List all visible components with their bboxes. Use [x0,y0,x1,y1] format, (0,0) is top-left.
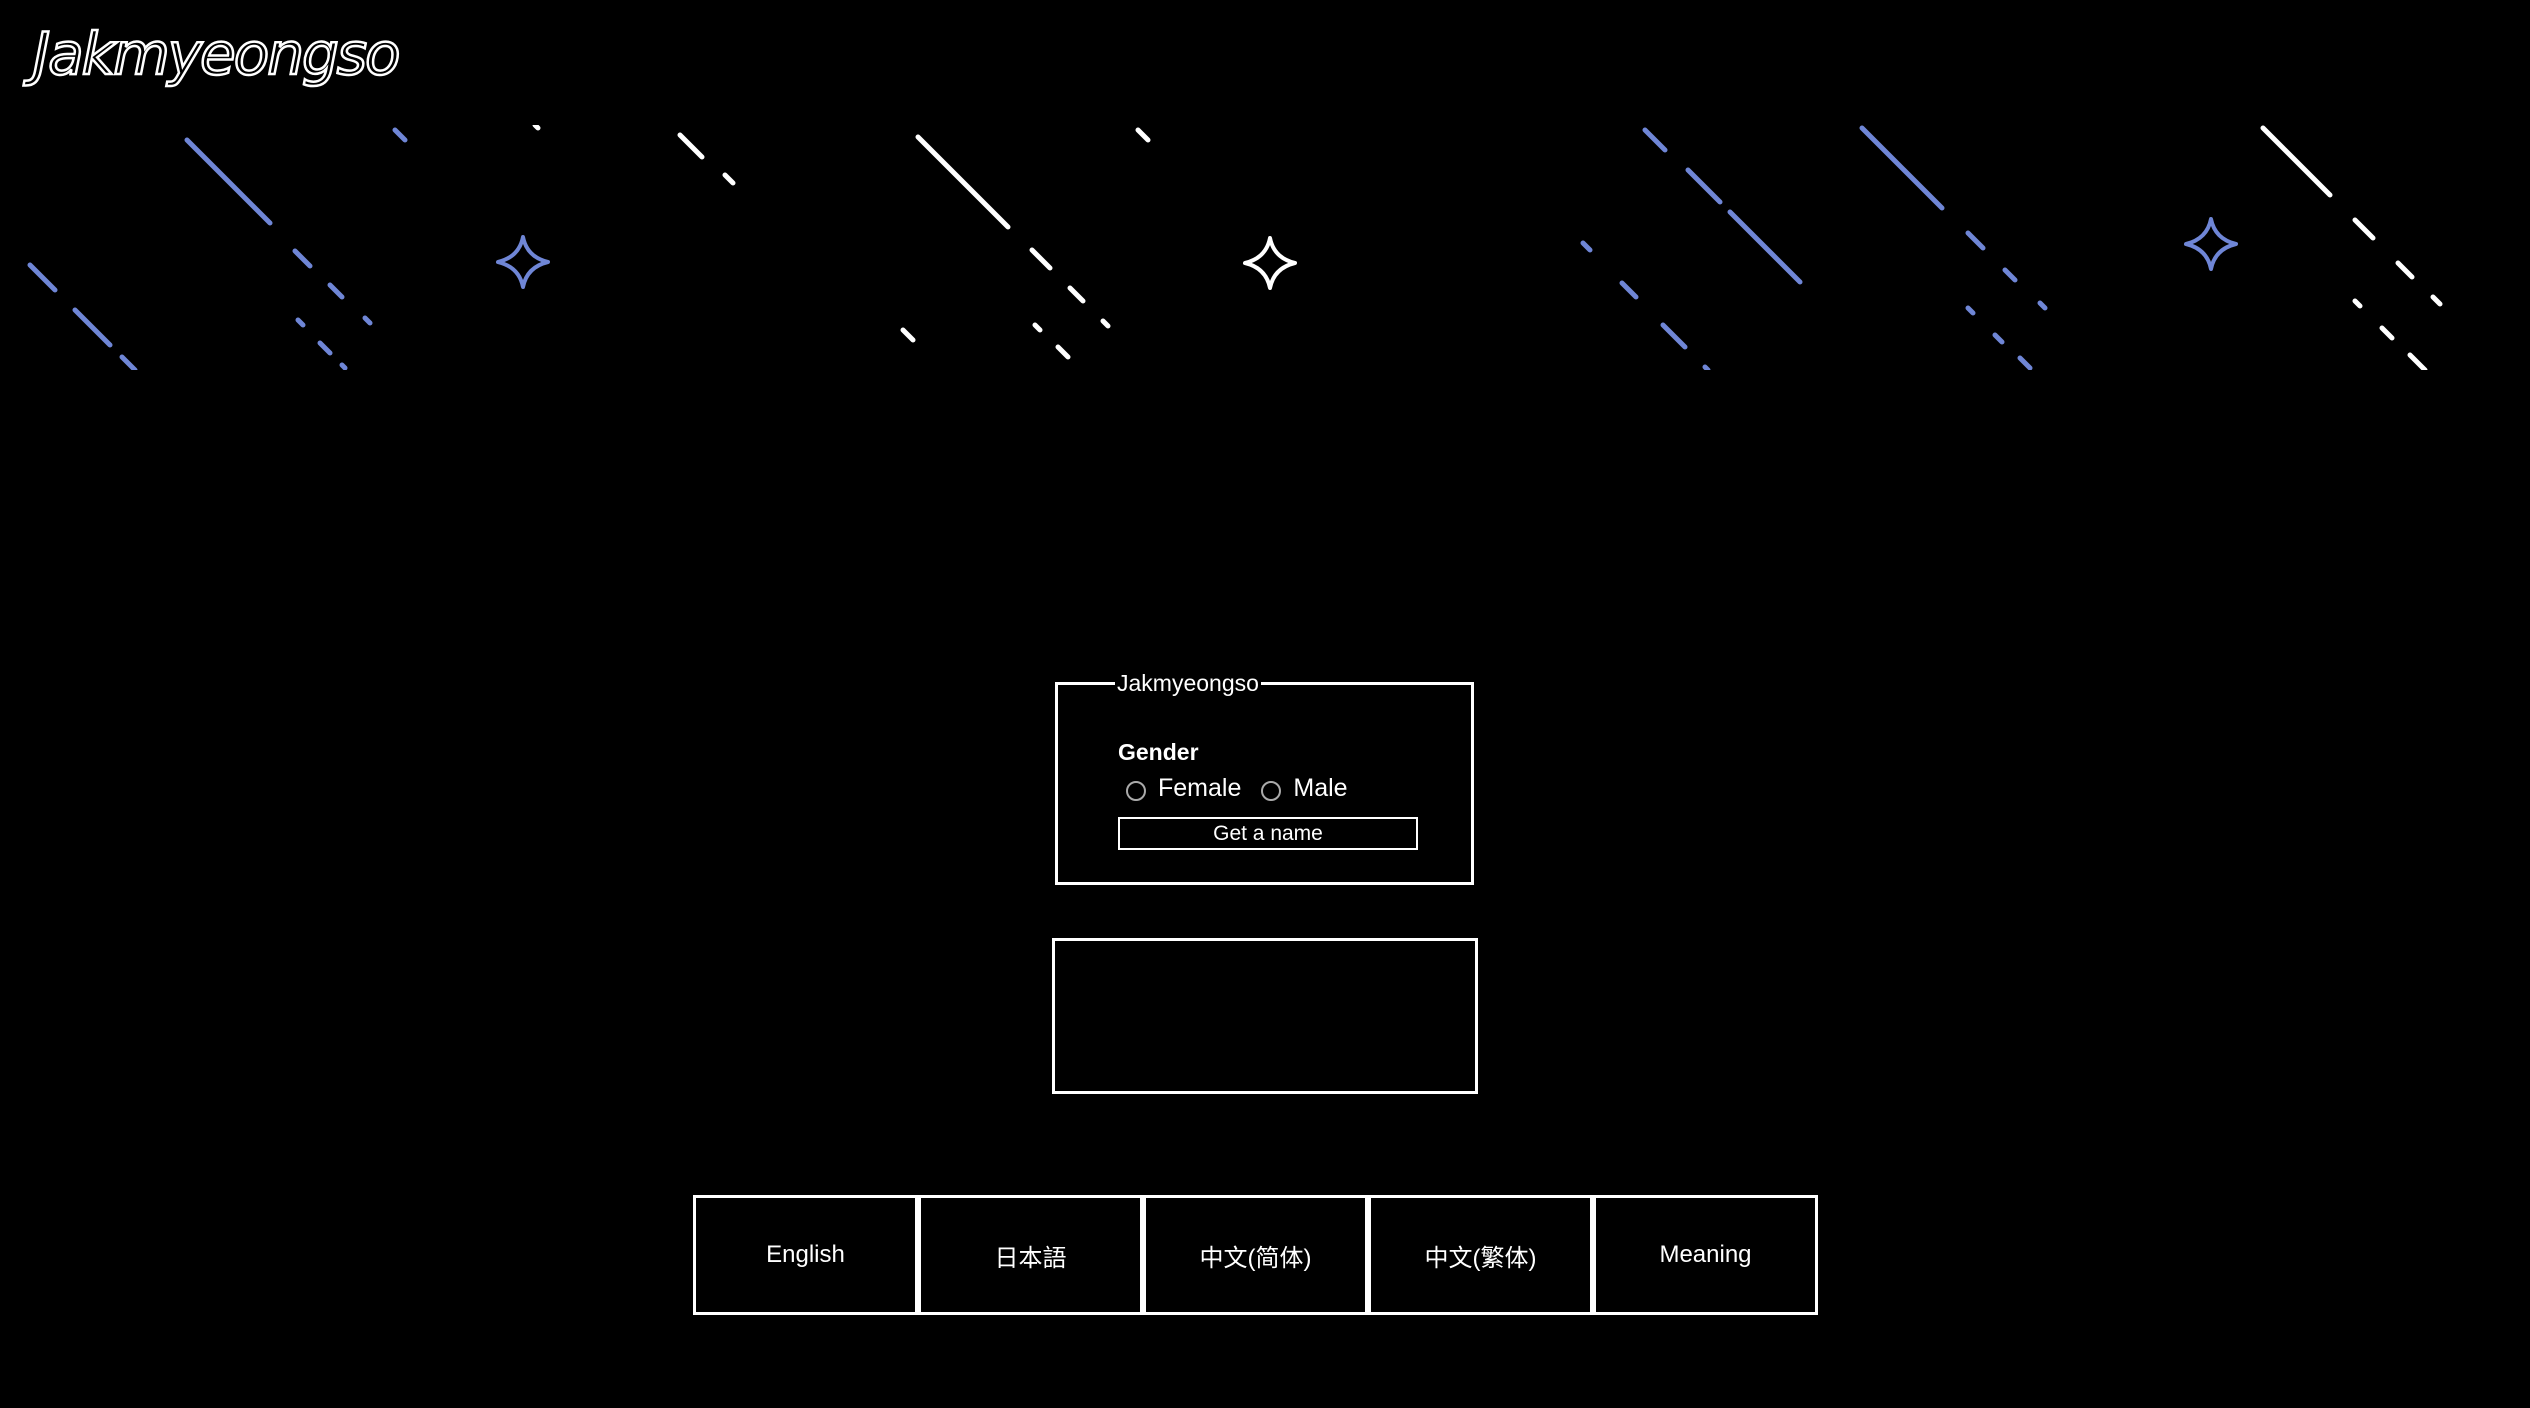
form-legend: Jakmyeongso [1117,670,1259,696]
meteor-streak [900,327,916,343]
meteor-shower-decoration [27,125,2443,370]
meteor-streak [1702,364,1711,370]
sparkle-icon [1243,236,1297,290]
meteor-streak [1067,285,1086,304]
language-tabs: English 日本語 中文(简体) 中文(繁体) Meaning [693,1195,1818,1315]
meteor-streak [1580,240,1593,253]
meteor-streak [1965,305,1976,316]
tab-english[interactable]: English [693,1195,918,1315]
tab-meaning[interactable]: Meaning [1593,1195,1818,1315]
meteor-streak [2395,260,2415,280]
logo-text: Jakmyeongso [32,19,402,90]
meteor-streak [1727,209,1803,285]
meteor-streak [532,125,541,131]
result-box [1052,938,1478,1094]
meteor-streak [2379,325,2395,341]
meteor-streak [362,315,373,326]
meteor-streak [2352,298,2363,309]
female-label[interactable]: Female [1158,774,1241,803]
meteor-streak [1660,322,1688,350]
meteor-streak [1642,127,1668,153]
meteor-streak [1859,125,1945,211]
meteor-streak [1100,318,1111,329]
meteor-streak [1685,167,1723,205]
get-name-button[interactable]: Get a name [1118,817,1418,850]
meteor-streak [2260,125,2333,198]
white-meteor-streaks [532,125,2443,370]
meteor-streak [1032,322,1043,333]
female-radio[interactable] [1126,780,1146,801]
meteor-streak [1619,280,1639,300]
name-generator-form: Jakmyeongso Gender Female Male Get a nam… [1055,670,1474,885]
meteor-streak [915,134,1011,230]
meteor-streak [27,262,58,293]
app-root: Jakmyeongso Jakmyeongso Gender Female Ma… [0,0,2530,1408]
blue-meteor-streaks [27,125,2048,370]
meteor-streak [1029,247,1053,271]
male-label[interactable]: Male [1293,774,1347,803]
meteor-streak [1135,127,1151,143]
meteor-streak [2017,355,2033,370]
meteor-streak [1992,332,2005,345]
meteor-streak [1965,230,1986,251]
meteor-streak [72,307,113,348]
gender-label: Gender [1118,739,1199,765]
meteor-streak [722,172,736,186]
sparkle-icon [496,235,550,289]
meteor-streak [1055,344,1071,360]
meteor-streak [317,340,333,356]
meteor-streak [677,132,705,160]
meteor-streak [119,354,138,370]
meteor-streak [339,362,348,370]
sparkle-icon [2184,217,2238,271]
meteor-streak [184,137,273,226]
meteor-streak [295,317,306,328]
meteor-streak [2002,267,2018,283]
tab-chinese-simplified[interactable]: 中文(简体) [1143,1195,1368,1315]
meteor-streak [2352,217,2376,241]
site-logo[interactable]: Jakmyeongso [32,19,402,90]
tab-japanese[interactable]: 日本語 [918,1195,1143,1315]
meteor-streak [2407,352,2428,370]
meteor-streak [392,127,408,143]
tab-chinese-traditional[interactable]: 中文(繁体) [1368,1195,1593,1315]
male-radio[interactable] [1261,780,1282,801]
meteor-streak [327,282,345,300]
meteor-streak [292,248,313,269]
meteor-streak [2037,300,2048,311]
gender-options: Female Male [1118,774,1471,803]
meteor-streak [2430,294,2443,307]
